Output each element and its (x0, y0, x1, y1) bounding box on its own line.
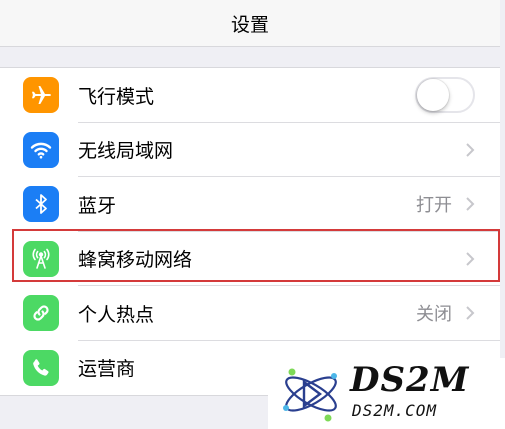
settings-row-label: 无线局域网 (78, 140, 174, 163)
phone-icon (23, 349, 59, 386)
page-title: 设置 (230, 13, 269, 36)
chevron-right-icon (466, 197, 475, 211)
watermark-url-text: DS2M.COM (352, 401, 438, 420)
toggle-knob (417, 79, 449, 112)
settings-list: 飞行模式 无线局域网 蓝牙 打开 蜂窝移动网络 个人热点 关闭 运营商 (0, 67, 500, 396)
settings-row-label: 蜂窝移动网络 (78, 249, 193, 272)
settings-row-label: 个人热点 (78, 303, 155, 326)
chevron-right-icon (466, 252, 475, 266)
chevron-right-icon (466, 306, 475, 320)
cellular-antenna-icon (23, 240, 59, 277)
settings-row-label: 蓝牙 (78, 194, 117, 217)
hotspot-link-icon (23, 295, 59, 332)
settings-row-airplane-mode[interactable]: 飞行模式 (0, 68, 500, 123)
settings-row-cellular[interactable]: 蜂窝移动网络 (0, 232, 500, 286)
nav-bar: 设置 (0, 0, 500, 47)
wifi-icon (23, 131, 59, 168)
settings-row-label: 运营商 (78, 358, 136, 381)
settings-row-wlan[interactable]: 无线局域网 (0, 123, 500, 177)
hotspot-status-value: 关闭 (416, 304, 452, 326)
atom-logo-icon (283, 368, 337, 422)
settings-row-label: 飞行模式 (78, 85, 155, 108)
airplane-mode-toggle[interactable] (415, 77, 475, 114)
chevron-right-icon (466, 143, 475, 157)
site-watermark: DS2M DS2M.COM (268, 358, 505, 429)
settings-row-bluetooth[interactable]: 蓝牙 打开 (0, 177, 500, 232)
bluetooth-icon (23, 186, 59, 223)
settings-row-personal-hotspot[interactable]: 个人热点 关闭 (0, 286, 500, 341)
watermark-brand-text: DS2M (350, 360, 470, 400)
airplane-icon (23, 77, 59, 114)
bluetooth-status-value: 打开 (416, 195, 452, 217)
